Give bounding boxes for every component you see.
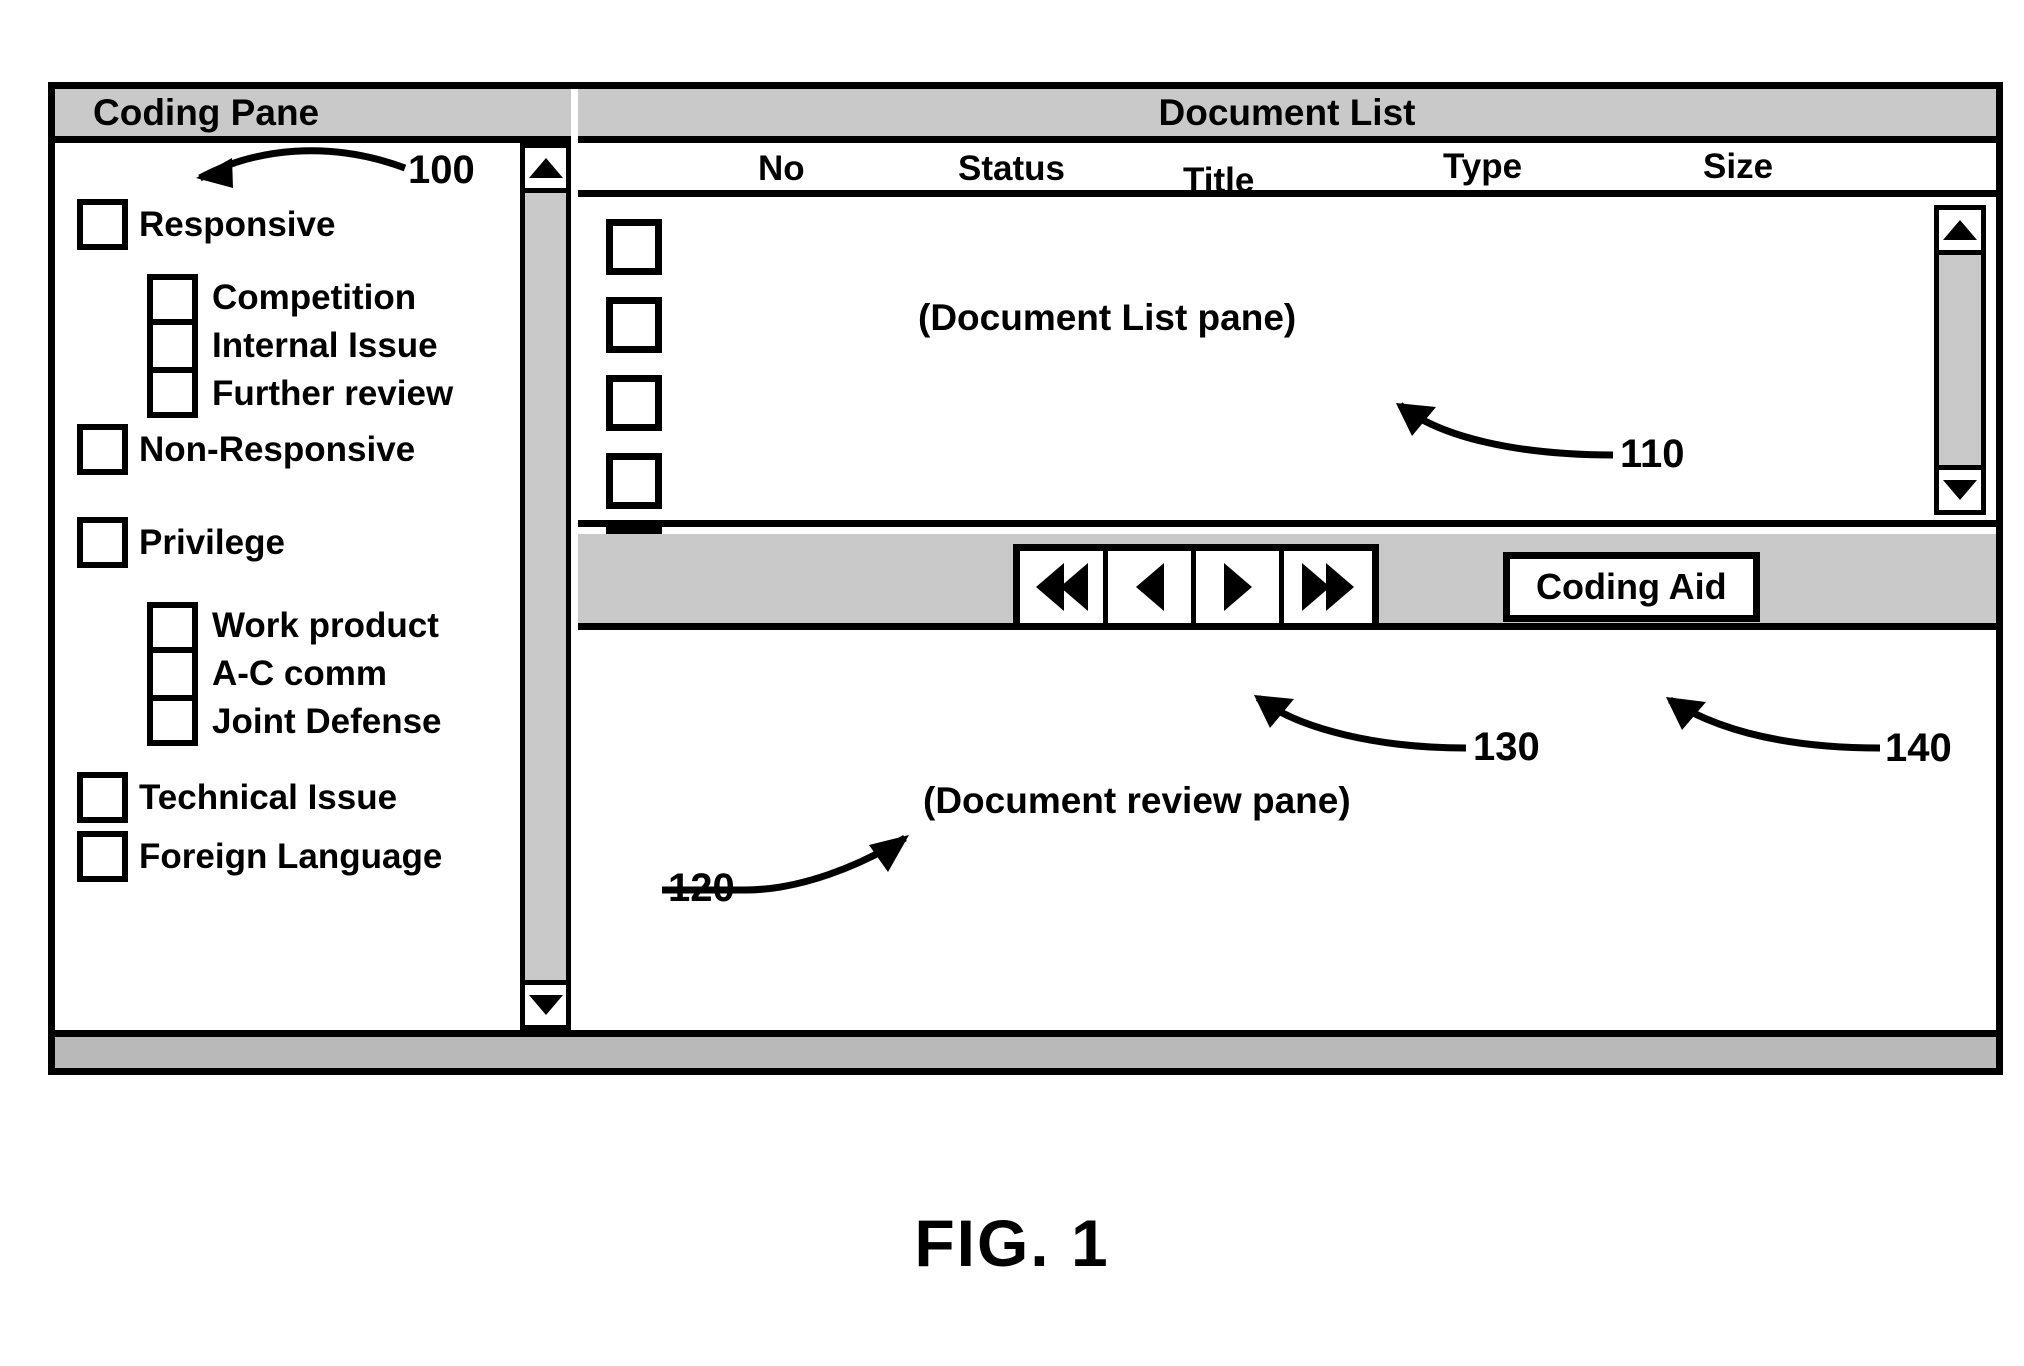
first-page-icon-2 [1059,563,1088,611]
next-page-button[interactable] [1196,551,1284,623]
checkbox-technical-issue[interactable] [77,772,128,823]
coding-pane: Responsive Competition Internal Issue Fu… [55,143,571,1030]
document-list-title: Document List [1158,91,1416,133]
coding-item-technical-issue[interactable]: Technical Issue [55,772,506,823]
window-status-bar [55,1030,1996,1068]
checkbox-responsive[interactable] [77,199,128,250]
column-header-status[interactable]: Status [958,149,1065,189]
document-list-rows: (Document List pane) [578,197,1926,583]
first-page-button[interactable] [1020,551,1108,623]
scrollbar-thumb[interactable] [1939,255,1981,465]
checkbox-privilege[interactable] [77,517,128,568]
column-header-type[interactable]: Type [1443,147,1522,187]
checkbox-competition[interactable] [147,274,198,322]
coding-pane-body: Responsive Competition Internal Issue Fu… [55,143,506,1030]
label-further-review: Further review [212,374,454,413]
checkbox-internal-issue[interactable] [147,322,198,370]
application-window: Coding Pane Document List Responsive Com… [48,82,2003,1075]
row-checkbox[interactable] [606,219,662,275]
checkbox-foreign-language[interactable] [77,831,128,882]
last-page-button[interactable] [1284,551,1372,623]
callout-130: 130 [1473,725,1540,769]
callout-110: 110 [1620,432,1685,476]
coding-item-label: Foreign Language [139,836,443,876]
coding-item-label: Responsive [139,204,336,244]
figure-caption: FIG. 1 [914,1206,1110,1280]
label-competition: Competition [212,278,417,317]
checkbox-non-responsive[interactable] [77,424,128,475]
document-area: No Status Title Type Size (Document List… [578,143,1996,1030]
label-internal-issue: Internal Issue [212,326,438,365]
coding-item-label: Non-Responsive [139,429,416,469]
callout-100: 100 [408,148,475,192]
patent-figure: Coding Pane Document List Responsive Com… [0,0,2024,1366]
coding-pane-titlebar: Coding Pane [55,89,571,143]
previous-page-icon [1135,563,1164,611]
coding-item-non-responsive[interactable]: Non-Responsive [55,424,506,475]
next-page-icon [1223,563,1252,611]
coding-subgroup-privilege: Work product A-C comm Joint Defense [147,602,506,746]
scroll-down-button[interactable] [1939,465,1981,510]
column-header-no[interactable]: No [758,149,805,189]
callout-140: 140 [1885,726,1952,770]
row-checkbox[interactable] [606,453,662,509]
checkbox-ac-comm[interactable] [147,650,198,698]
triangle-up-icon [1943,220,1977,240]
coding-item-label: Privilege [139,522,285,562]
column-header-title[interactable]: Title [1183,161,1254,201]
previous-page-button[interactable] [1108,551,1196,623]
triangle-down-icon [528,995,563,1015]
checkbox-stack-labels: Work product A-C comm Joint Defense [212,602,442,746]
checkbox-stack-responsive-sub [147,274,198,418]
document-toolbar: Coding Aid [578,534,1996,630]
document-review-pane[interactable]: (Document review pane) [578,630,1996,1030]
checkbox-stack-labels: Competition Internal Issue Further revie… [212,274,453,418]
coding-subgroup-responsive: Competition Internal Issue Further revie… [147,274,506,418]
coding-item-responsive[interactable]: Responsive [55,199,506,250]
coding-item-label: Technical Issue [139,777,398,817]
navigation-buttons [1013,544,1379,630]
row-checkbox[interactable] [606,375,662,431]
checkbox-stack-privilege-sub [147,602,198,746]
coding-item-foreign-language[interactable]: Foreign Language [55,831,506,882]
coding-item-privilege[interactable]: Privilege [55,517,506,568]
checkbox-work-product[interactable] [147,602,198,650]
scroll-down-button[interactable] [525,980,566,1025]
coding-pane-scrollbar[interactable] [520,143,571,1030]
checkbox-joint-defense[interactable] [147,698,198,746]
coding-pane-title: Coding Pane [93,91,320,133]
row-checkbox[interactable] [606,297,662,353]
checkbox-further-review[interactable] [147,370,198,418]
document-list-titlebar: Document List [578,89,1996,143]
label-joint-defense: Joint Defense [212,702,442,741]
document-review-pane-caption: (Document review pane) [923,780,1351,821]
triangle-up-icon [528,158,563,178]
label-ac-comm: A-C comm [212,654,388,693]
coding-aid-button[interactable]: Coding Aid [1503,552,1760,622]
triangle-down-icon [1943,480,1977,500]
scroll-up-button[interactable] [1939,210,1981,255]
document-list-column-headers: No Status Title Type Size [578,143,1996,200]
scrollbar-thumb[interactable] [525,193,566,980]
label-work-product: Work product [212,606,439,645]
document-list-scrollbar[interactable] [1934,205,1986,515]
column-header-size[interactable]: Size [1703,147,1773,187]
last-page-icon-2 [1326,563,1354,611]
callout-120: 120 [668,866,735,910]
document-list-pane: (Document List pane) [578,197,1996,583]
document-list-pane-caption: (Document List pane) [918,297,1297,338]
scroll-up-button[interactable] [525,148,566,193]
